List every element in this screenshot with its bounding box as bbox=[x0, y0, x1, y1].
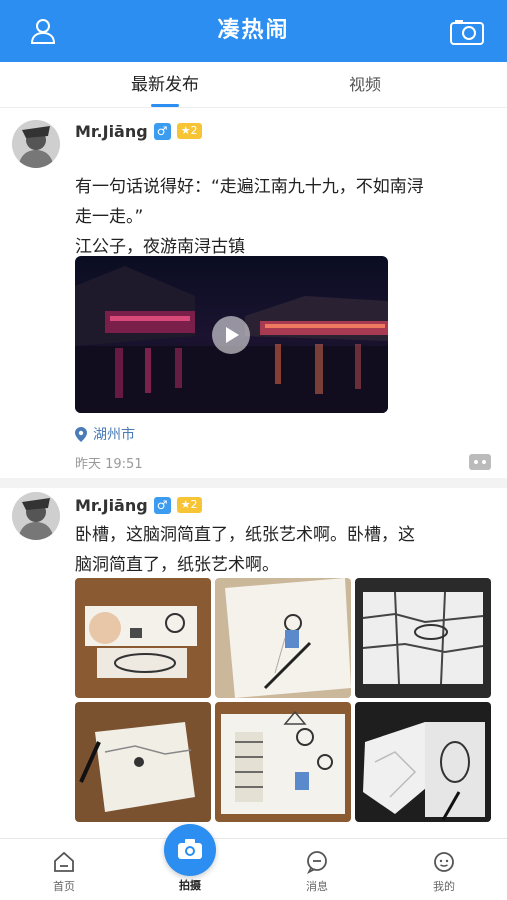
feed-tabs: 最新发布 视频 bbox=[0, 62, 507, 108]
post-time: 昨天 19:51 bbox=[75, 457, 143, 472]
post-text-line: 脑洞简直了，纸张艺术啊。 bbox=[75, 555, 279, 575]
active-tab-indicator bbox=[151, 104, 179, 107]
post-text: 卧槽，这脑洞简直了，纸张艺术啊。卧槽，这 脑洞简直了，纸张艺术啊。 bbox=[75, 520, 495, 580]
home-icon bbox=[54, 851, 74, 872]
avatar-image bbox=[12, 492, 60, 540]
location-tag[interactable]: 湖州市 bbox=[75, 424, 135, 444]
grid-image[interactable] bbox=[355, 702, 491, 822]
shoot-button[interactable] bbox=[164, 824, 216, 876]
gender-male-icon: ♂ bbox=[153, 122, 171, 140]
username[interactable]: Mr.Jiāng bbox=[75, 122, 148, 141]
post-text-line: 有一句话说得好：“走遍江南九十九，不如南浔 bbox=[75, 177, 424, 197]
camera-icon bbox=[450, 20, 484, 45]
grid-image[interactable] bbox=[215, 702, 351, 822]
post-text: 有一句话说得好：“走遍江南九十九，不如南浔 走一走。” 江公子，夜游南浔古镇 bbox=[75, 172, 495, 262]
nav-profile[interactable]: 我的 bbox=[404, 839, 484, 900]
profile-icon bbox=[434, 852, 454, 872]
comment-icon[interactable] bbox=[469, 454, 491, 470]
video-thumbnail[interactable] bbox=[75, 256, 388, 413]
level-badge: ★2 bbox=[176, 497, 202, 513]
nav-messages[interactable]: 消息 bbox=[277, 839, 357, 900]
app-header: 凑热闹 bbox=[0, 0, 507, 62]
user-info-row: Mr.Jiāng ♂ ★2 bbox=[75, 494, 202, 516]
play-icon[interactable] bbox=[212, 316, 250, 354]
nav-label: 我的 bbox=[433, 880, 455, 893]
gender-male-icon: ♂ bbox=[153, 496, 171, 514]
avatar[interactable] bbox=[12, 120, 60, 168]
nav-label: 消息 bbox=[306, 880, 328, 893]
grid-image[interactable] bbox=[355, 578, 491, 698]
location-text: 湖州市 bbox=[93, 427, 135, 443]
nav-label: 首页 bbox=[53, 880, 75, 893]
camera-icon bbox=[178, 839, 202, 859]
level-badge: ★2 bbox=[176, 123, 202, 139]
grid-image[interactable] bbox=[75, 578, 211, 698]
bottom-navigation: 首页 消息 我的 bbox=[0, 838, 507, 900]
avatar[interactable] bbox=[12, 492, 60, 540]
username[interactable]: Mr.Jiāng bbox=[75, 496, 148, 515]
camera-button[interactable] bbox=[449, 18, 485, 46]
tab-video[interactable]: 视频 bbox=[310, 62, 420, 108]
message-icon bbox=[306, 851, 327, 874]
location-pin-icon bbox=[75, 426, 87, 442]
tab-latest[interactable]: 最新发布 bbox=[110, 62, 220, 108]
post-text-line: 卧槽，这脑洞简直了，纸张艺术啊。卧槽，这 bbox=[75, 525, 415, 545]
post-text-line: 走一走。” bbox=[75, 207, 144, 227]
nav-home[interactable]: 首页 bbox=[24, 839, 104, 900]
avatar-image bbox=[12, 120, 60, 168]
app-title: 凑热闹 bbox=[217, 18, 290, 43]
nav-label: 拍摄 bbox=[179, 879, 201, 892]
post-card[interactable]: Mr.Jiāng ♂ ★2 有一句话说得好：“走遍江南九十九，不如南浔 走一走。… bbox=[0, 108, 507, 478]
divider bbox=[0, 478, 507, 488]
grid-image[interactable] bbox=[75, 702, 211, 822]
user-info-row: Mr.Jiāng ♂ ★2 bbox=[75, 120, 202, 142]
grid-image[interactable] bbox=[215, 578, 351, 698]
